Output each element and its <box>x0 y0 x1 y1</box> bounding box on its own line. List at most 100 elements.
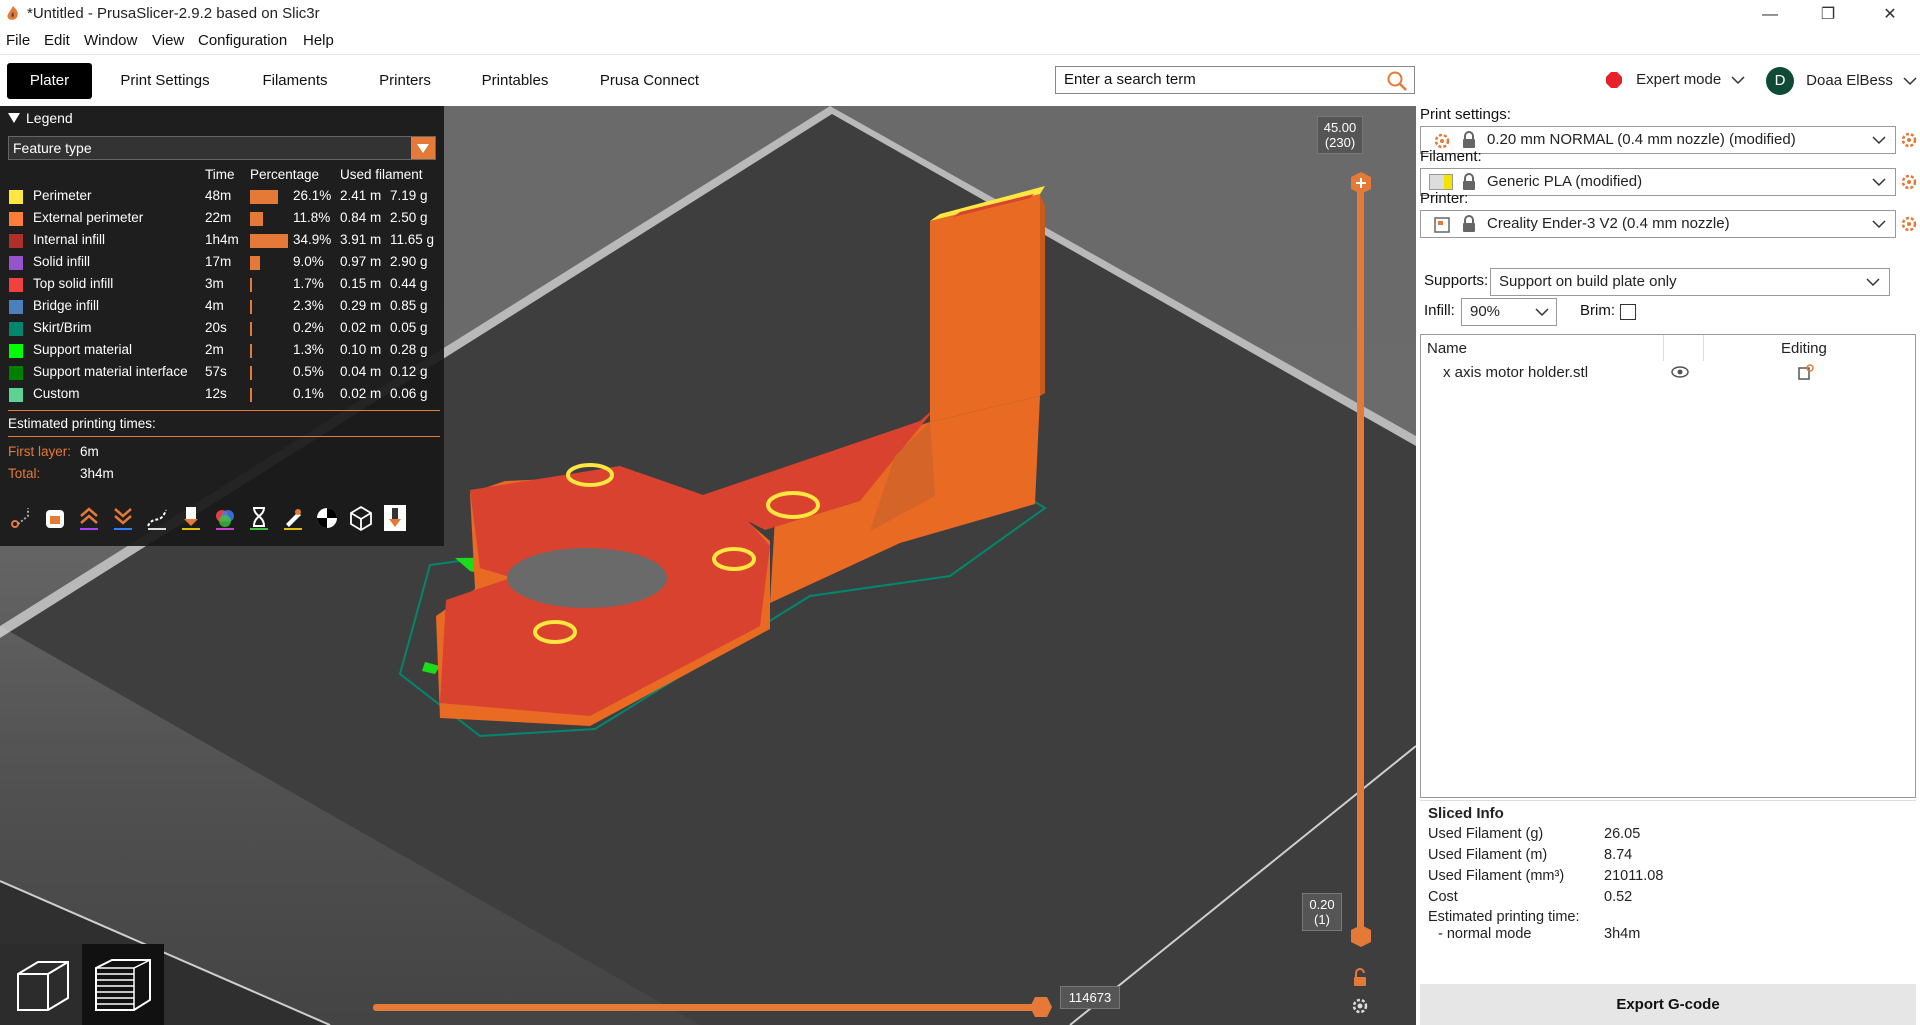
maximize-button[interactable]: ❐ <box>1800 0 1856 30</box>
menu-configuration[interactable]: Configuration <box>198 32 287 49</box>
legend-row[interactable]: Skirt/Brim 20s 0.2% 0.02 m 0.05 g <box>0 318 444 340</box>
pause-prints-icon[interactable] <box>246 504 272 532</box>
col-editing: Editing <box>1781 340 1827 357</box>
mode-selector[interactable]: Expert mode <box>1606 68 1745 92</box>
lock-icon[interactable] <box>1350 968 1370 988</box>
move-slider-track[interactable] <box>373 1004 1039 1011</box>
legend-feature-name: External perimeter <box>33 210 144 225</box>
tool-changes-icon[interactable] <box>178 504 204 532</box>
legend-swatch <box>9 256 23 270</box>
color-changes-icon[interactable] <box>212 504 238 532</box>
move-slider-thumb[interactable] <box>1029 996 1053 1018</box>
legend-row[interactable]: Custom 12s 0.1% 0.02 m 0.06 g <box>0 384 444 406</box>
legend-row[interactable]: Support material interface 57s 0.5% 0.04 m 0… <box>0 362 444 384</box>
sliced-info-title: Sliced Info <box>1428 805 1504 822</box>
legend-percent-bar <box>250 300 252 314</box>
prusaslicer-window: *Untitled - PrusaSlicer-2.9.2 based on S… <box>0 0 1920 1025</box>
legend-row[interactable]: Solid infill 17m 9.0% 0.97 m 2.90 g <box>0 252 444 274</box>
lock-icon <box>1463 215 1475 232</box>
filament-dropdown[interactable]: Generic PLA (modified) <box>1420 168 1896 196</box>
edit-print-settings-icon[interactable] <box>1900 131 1918 149</box>
printer-dropdown[interactable]: Creality Ender-3 V2 (0.4 mm nozzle) <box>1420 210 1896 238</box>
search-input[interactable] <box>1064 71 1374 88</box>
seams-icon[interactable] <box>144 504 170 532</box>
search-box[interactable] <box>1055 66 1415 94</box>
legend-row[interactable]: Bridge infill 4m 2.3% 0.29 m 0.85 g <box>0 296 444 318</box>
legend-percentage: 26.1% <box>293 188 332 203</box>
user-name: Doaa ElBess <box>1806 72 1893 89</box>
tab-filaments[interactable]: Filaments <box>250 63 340 99</box>
edit-object-icon[interactable] <box>1797 363 1815 381</box>
menu-view[interactable]: View <box>152 32 184 49</box>
legend-row[interactable]: Support material 2m 1.3% 0.10 m 0.28 g <box>0 340 444 362</box>
eye-icon[interactable] <box>1671 365 1689 379</box>
tab-printables[interactable]: Printables <box>470 63 560 99</box>
tab-printers[interactable]: Printers <box>365 63 445 99</box>
legend-row[interactable]: External perimeter 22m 11.8% 0.84 m 2.50 g <box>0 208 444 230</box>
retractions-icon[interactable] <box>76 504 102 532</box>
preview-button[interactable] <box>82 944 164 1025</box>
legend-percent-bar <box>250 190 278 204</box>
menu-file[interactable]: File <box>6 32 30 49</box>
3d-view-cube-icon[interactable] <box>12 954 74 1016</box>
legend-row[interactable]: Internal infill 1h4m 34.9% 3.91 m 11.65 g <box>0 230 444 252</box>
3d-viewport[interactable]: Legend Feature type Time Percentage Used… <box>0 106 1416 1025</box>
legend-row[interactable]: Top solid infill 3m 1.7% 0.15 m 0.44 g <box>0 274 444 296</box>
brim-label: Brim: <box>1580 302 1615 319</box>
dropdown-arrow-icon[interactable] <box>411 137 435 159</box>
legend-swatch <box>9 388 23 402</box>
menu-help[interactable]: Help <box>303 32 334 49</box>
legend-percentage: 0.1% <box>293 386 324 401</box>
sliced-info-value: 8.74 <box>1604 847 1633 863</box>
menu-edit[interactable]: Edit <box>44 32 70 49</box>
minimize-button[interactable]: — <box>1742 0 1798 30</box>
legend-toolbar <box>8 504 438 534</box>
edit-printer-icon[interactable] <box>1900 215 1918 233</box>
tab-print-settings[interactable]: Print Settings <box>110 63 220 99</box>
custom-gcodes-icon[interactable] <box>280 504 306 532</box>
legend-swatch <box>9 344 23 358</box>
close-button[interactable]: ✕ <box>1862 0 1918 30</box>
legend-swatch <box>9 190 23 204</box>
sliced-info-label: Cost <box>1428 889 1458 905</box>
infill-dropdown[interactable]: 90% <box>1461 298 1557 326</box>
normal-mode-label: - normal mode <box>1438 926 1532 942</box>
edit-filament-icon[interactable] <box>1900 173 1918 191</box>
search-icon[interactable] <box>1386 70 1408 92</box>
legend-percent-bar <box>250 256 260 270</box>
supports-dropdown[interactable]: Support on build plate only <box>1490 268 1890 296</box>
list-item[interactable]: x axis motor holder.stl <box>1421 361 1915 387</box>
settings-gear-icon[interactable] <box>1350 996 1370 1016</box>
shells-icon[interactable] <box>348 504 374 532</box>
col-time: Time <box>205 167 235 182</box>
menu-window[interactable]: Window <box>84 32 137 49</box>
travel-icon[interactable] <box>8 504 34 532</box>
legend-percentage: 0.2% <box>293 320 324 335</box>
legend-percent-bar <box>250 388 252 402</box>
legend-time: 4m <box>205 298 224 313</box>
brim-checkbox[interactable] <box>1620 304 1636 320</box>
tab-plater[interactable]: Plater <box>7 63 92 99</box>
view-type-dropdown[interactable]: Feature type <box>8 136 436 160</box>
legend-row[interactable]: Perimeter 48m 26.1% 2.41 m 7.19 g <box>0 186 444 208</box>
tool-marker-icon[interactable] <box>382 504 408 532</box>
title-bar: *Untitled - PrusaSlicer-2.9.2 based on S… <box>0 0 1920 30</box>
tab-prusa-connect[interactable]: Prusa Connect <box>592 63 707 99</box>
deretractions-icon[interactable] <box>110 504 136 532</box>
legend-length: 0.84 m <box>340 210 382 225</box>
total-value: 3h4m <box>80 466 114 481</box>
sliced-info-label: Used Filament (g) <box>1428 826 1544 842</box>
export-gcode-button[interactable]: Export G-code <box>1420 984 1916 1025</box>
wipe-icon[interactable] <box>42 504 68 532</box>
layer-slider-track[interactable] <box>1357 182 1364 942</box>
model-bore-hole <box>507 548 667 608</box>
legend-percentage: 0.5% <box>293 364 324 379</box>
layer-slider-bottom-thumb[interactable] <box>1350 924 1372 948</box>
print-settings-dropdown[interactable]: 0.20 mm NORMAL (0.4 mm nozzle) (modified… <box>1420 126 1896 154</box>
layer-slider-top-thumb[interactable] <box>1350 171 1372 195</box>
user-account[interactable]: D Doaa ElBess <box>1766 67 1917 96</box>
center-of-gravity-icon[interactable] <box>314 504 340 532</box>
filament-color-swatch[interactable] <box>1429 174 1453 190</box>
collapse-triangle-icon[interactable] <box>8 113 20 123</box>
legend-header[interactable]: Legend <box>8 110 73 126</box>
